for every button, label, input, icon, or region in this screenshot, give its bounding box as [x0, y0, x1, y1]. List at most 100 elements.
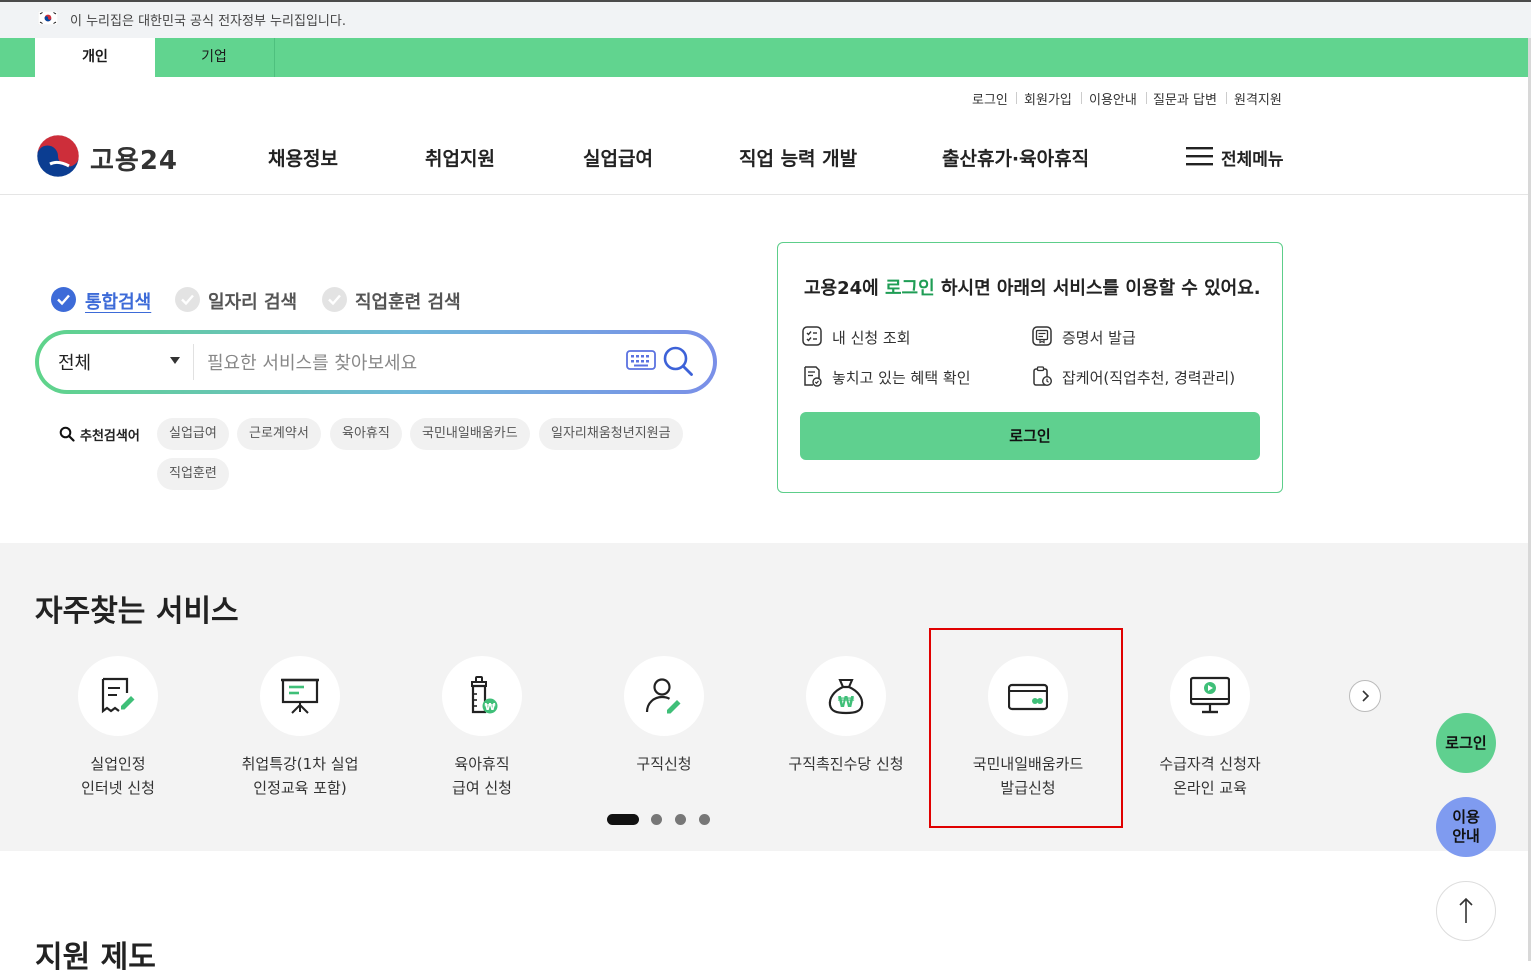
- login-benefit-missed-benefits[interactable]: 놓치고 있는 혜택 확인: [832, 367, 971, 388]
- service-label: 실업인정 인터넷 신청: [28, 752, 208, 800]
- person-pen-icon: [645, 678, 681, 714]
- keyword-chip[interactable]: 일자리채움청년지원금: [539, 418, 683, 450]
- presentation-board-icon: [281, 678, 319, 714]
- guide-line1: 이용: [1452, 808, 1480, 826]
- divider: [1081, 92, 1082, 104]
- radio-job-search[interactable]: [175, 287, 200, 312]
- caret-down-icon[interactable]: [170, 357, 180, 364]
- tab-divider: [274, 38, 275, 77]
- util-remote-support-link[interactable]: 원격지원: [1234, 89, 1282, 108]
- service-job-seeking-allowance[interactable]: ₩: [806, 656, 886, 736]
- service-label-line1: 수급자격 신청자: [1159, 755, 1261, 773]
- util-qna-link[interactable]: 질문과 답변: [1153, 89, 1217, 108]
- service-label-line1: 구직신청: [636, 755, 692, 773]
- service-label-line1: 육아휴직: [454, 755, 510, 773]
- nav-vocational-training[interactable]: 직업 능력 개발: [739, 144, 857, 171]
- nav-unemployment-benefit[interactable]: 실업급여: [583, 144, 653, 171]
- money-bag-icon: ₩: [828, 678, 864, 715]
- benefit-check-icon: [804, 366, 822, 387]
- login-benefit-application-status[interactable]: 내 신청 조회: [832, 327, 911, 348]
- search-type-integrated[interactable]: 통합검색: [85, 288, 151, 314]
- service-label: 육아휴직급여 신청: [392, 752, 572, 800]
- user-type-tabbar: 개인 기업: [0, 38, 1531, 77]
- service-job-seeking[interactable]: [624, 656, 704, 736]
- radio-training-search[interactable]: [322, 287, 347, 312]
- header-divider: [0, 194, 1531, 195]
- tab-business[interactable]: 기업: [154, 38, 274, 77]
- keyword-chip[interactable]: 육아휴직: [330, 418, 402, 450]
- service-parental-leave-benefit[interactable]: ₩: [442, 656, 522, 736]
- floating-login-button[interactable]: 로그인: [1436, 713, 1496, 773]
- pagination-dot-1[interactable]: [607, 814, 639, 825]
- search-icon[interactable]: [662, 345, 694, 377]
- nav-employment-support[interactable]: 취업지원: [425, 144, 495, 171]
- search-scope-select[interactable]: 전체: [58, 349, 91, 375]
- divider: [1146, 92, 1147, 104]
- divider: [1016, 92, 1017, 104]
- pagination-dot-3[interactable]: [675, 814, 686, 825]
- login-card-title: 고용24에 로그인 하시면 아래의 서비스를 이용할 수 있어요.: [804, 274, 1261, 300]
- hamburger-icon[interactable]: [1186, 146, 1214, 166]
- search-type-job[interactable]: 일자리 검색: [208, 288, 297, 314]
- floating-guide-button[interactable]: 이용 안내: [1436, 797, 1496, 857]
- keyword-chip[interactable]: 실업급여: [157, 418, 229, 450]
- check-icon: [57, 294, 70, 306]
- pagination-dot-2[interactable]: [651, 814, 662, 825]
- baby-bottle-icon: ₩: [471, 676, 498, 714]
- keyword-chip[interactable]: 직업훈련: [157, 458, 229, 490]
- keyboard-icon[interactable]: [626, 349, 656, 371]
- gov-emblem-icon[interactable]: [36, 134, 80, 178]
- service-label-line1: 구직촉진수당 신청: [788, 755, 904, 773]
- all-menu-button[interactable]: 전체메뉴: [1221, 145, 1284, 170]
- title-highlight: 로그인: [885, 278, 935, 299]
- service-label: 구직신청: [574, 752, 754, 776]
- title-suffix: 하시면 아래의 서비스를 이용할 수 있어요.: [934, 278, 1261, 299]
- check-icon: [328, 294, 341, 306]
- divider: [1226, 92, 1227, 104]
- certificate-icon: [1032, 326, 1052, 346]
- scroll-top-button[interactable]: [1436, 881, 1496, 941]
- application-list-icon: [802, 326, 822, 346]
- login-button[interactable]: 로그인: [800, 412, 1260, 460]
- nav-parental-leave[interactable]: 출산휴가·육아휴직: [942, 144, 1089, 171]
- korea-flag-icon: [38, 11, 58, 25]
- highlight-box: [929, 628, 1123, 828]
- login-benefit-certificate[interactable]: 증명서 발급: [1062, 327, 1136, 348]
- util-guide-link[interactable]: 이용안내: [1089, 89, 1137, 108]
- service-label-line2: 급여 신청: [452, 779, 512, 797]
- svg-text:₩: ₩: [484, 702, 495, 713]
- search-type-training[interactable]: 직업훈련 검색: [355, 288, 461, 314]
- jobcare-icon: [1033, 366, 1053, 387]
- svg-text:₩: ₩: [838, 693, 855, 711]
- radio-integrated-search[interactable]: [51, 287, 76, 312]
- document-pen-icon: [101, 677, 135, 714]
- service-label-line2: 온라인 교육: [1173, 779, 1247, 797]
- divider: [193, 344, 194, 380]
- monitor-play-icon: [1190, 676, 1230, 714]
- service-label-line2: 인정교육 포함): [253, 779, 347, 797]
- recommended-keywords-label: 추천검색어: [80, 429, 140, 444]
- service-online-education[interactable]: [1170, 656, 1250, 736]
- check-icon: [181, 294, 194, 306]
- nav-job-info[interactable]: 채용정보: [268, 144, 338, 171]
- service-employment-lecture[interactable]: [260, 656, 340, 736]
- service-label: 구직촉진수당 신청: [756, 752, 936, 776]
- search-icon: [59, 426, 75, 442]
- logo-text[interactable]: 고용24: [90, 140, 178, 177]
- gov-banner-text: 이 누리집은 대한민국 공식 전자정부 누리집입니다.: [70, 14, 346, 29]
- search-input[interactable]: [205, 343, 619, 383]
- service-label-line1: 실업인정: [90, 755, 146, 773]
- support-programs-title: 지원 제도: [35, 940, 156, 975]
- pagination-dot-4[interactable]: [699, 814, 710, 825]
- util-signup-link[interactable]: 회원가입: [1024, 89, 1072, 108]
- service-label: 수급자격 신청자온라인 교육: [1120, 752, 1300, 800]
- chevron-right-icon: [1362, 690, 1370, 702]
- guide-line2: 안내: [1452, 827, 1480, 845]
- login-benefit-jobcare[interactable]: 잡케어(직업추천, 경력관리): [1062, 367, 1235, 388]
- carousel-next-button[interactable]: [1349, 680, 1381, 712]
- util-login-link[interactable]: 로그인: [972, 89, 1008, 108]
- tab-personal[interactable]: 개인: [35, 38, 155, 77]
- keyword-chip[interactable]: 근로계약서: [237, 418, 321, 450]
- service-unemployment-recognition[interactable]: [78, 656, 158, 736]
- keyword-chip[interactable]: 국민내일배움카드: [410, 418, 530, 450]
